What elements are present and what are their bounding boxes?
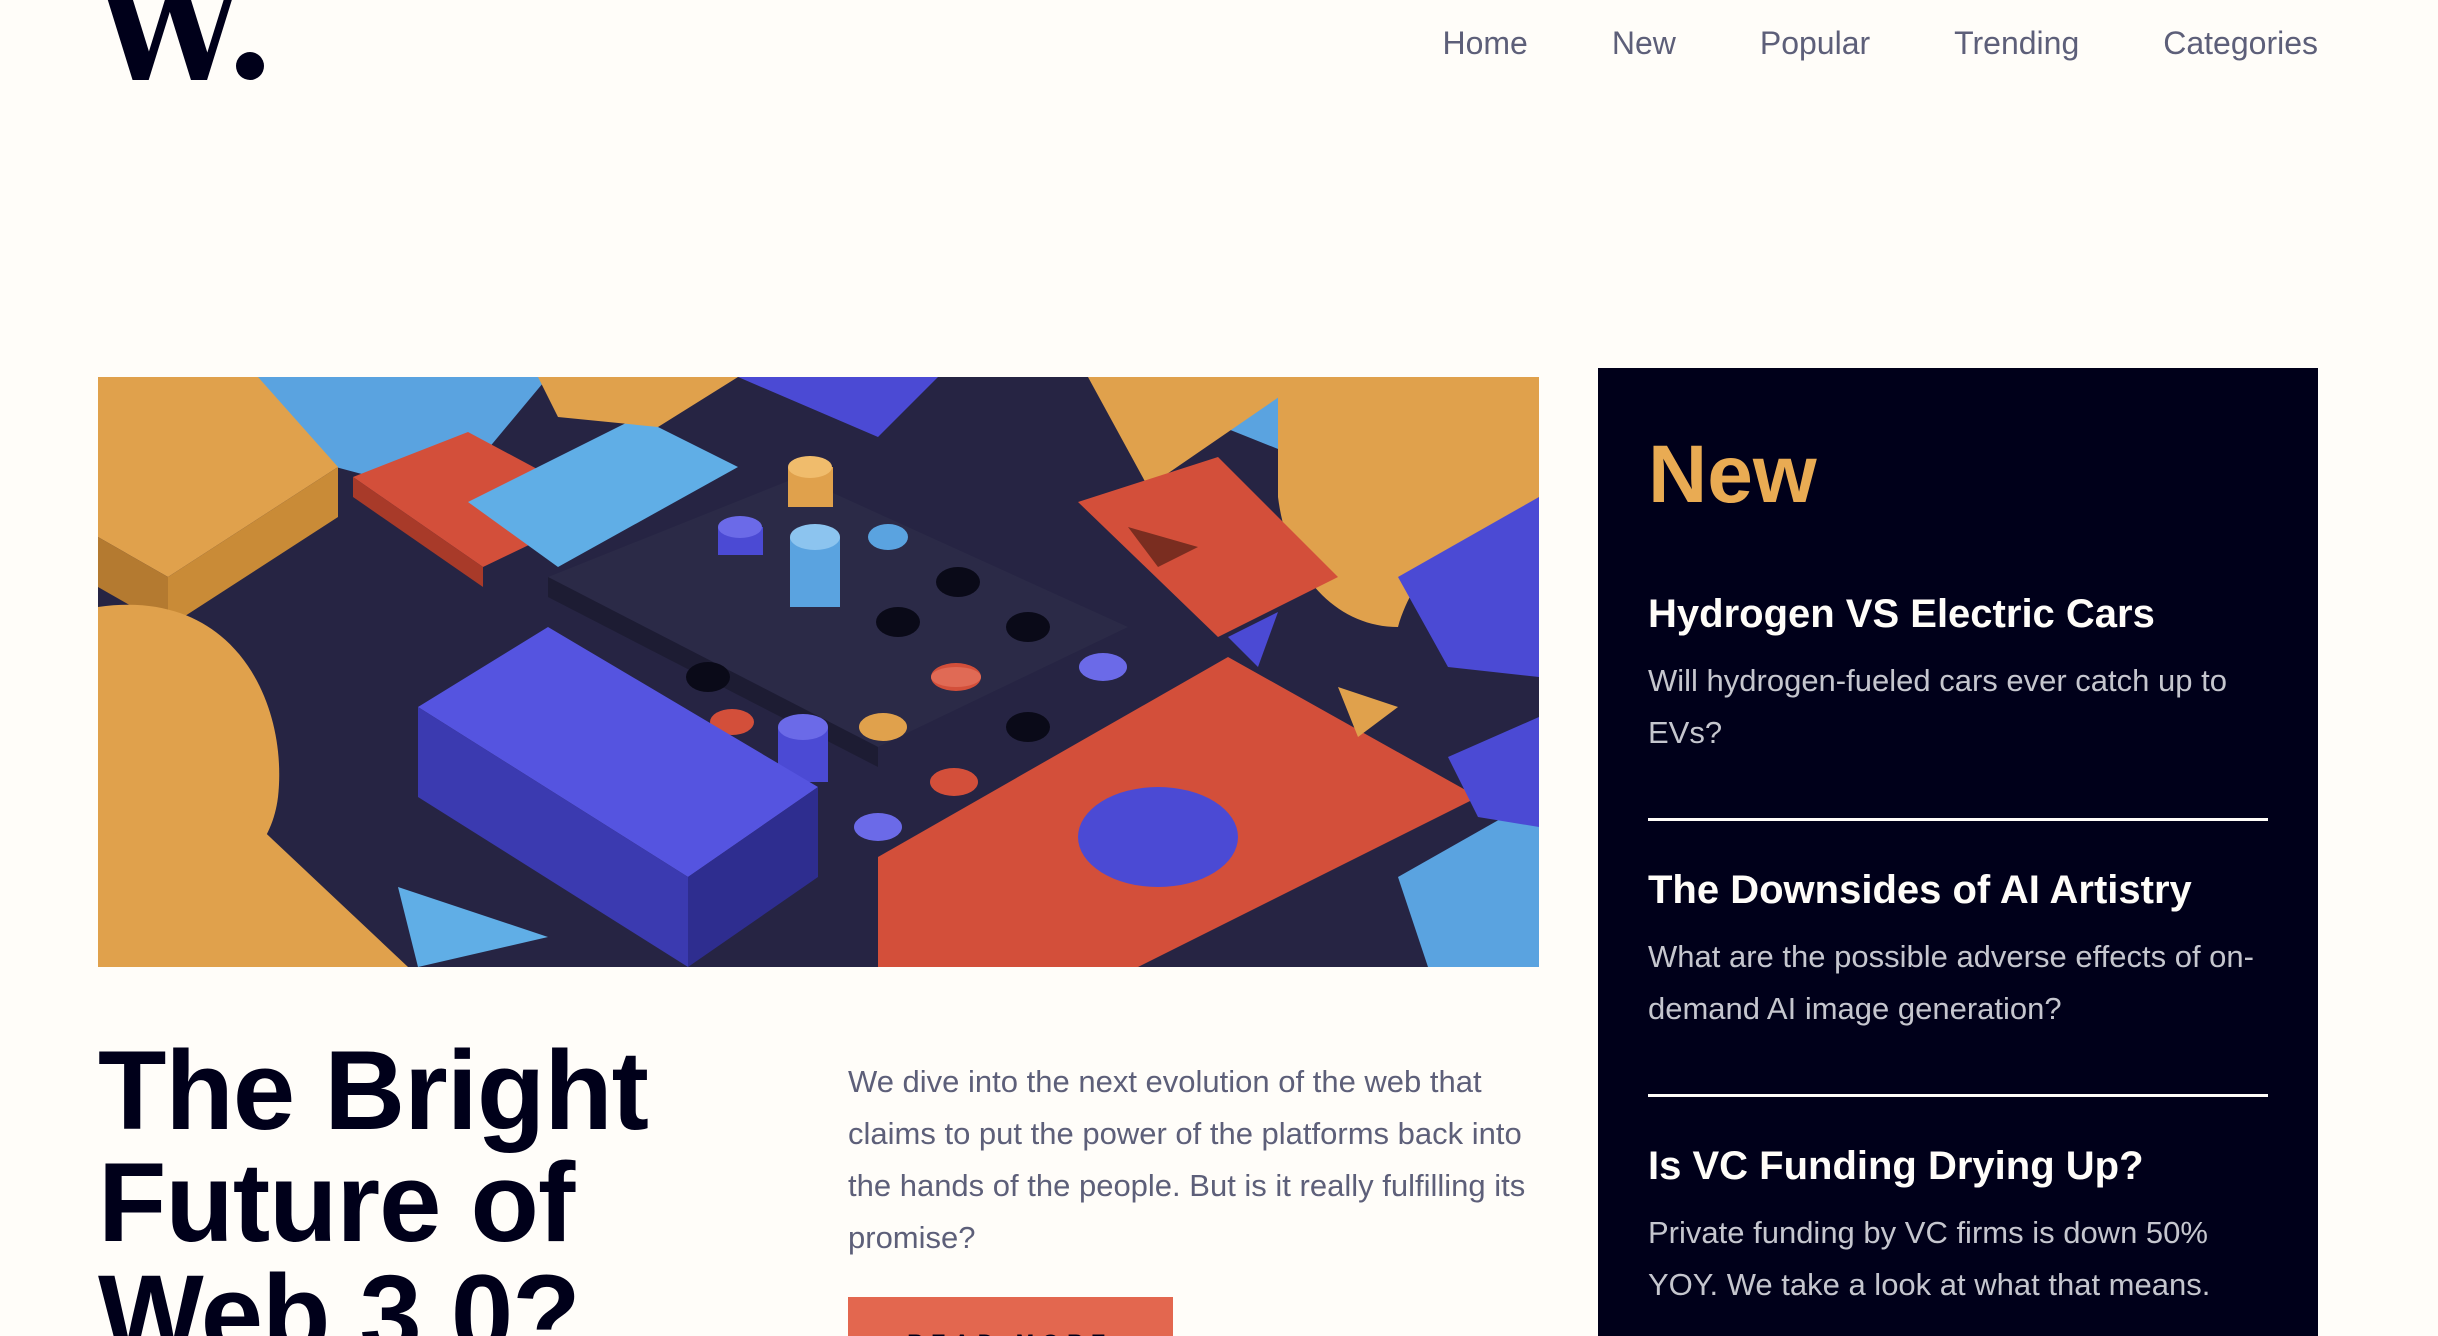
new-panel-heading: New xyxy=(1648,429,1817,520)
read-more-button[interactable]: Read More xyxy=(848,1297,1173,1336)
nav-home[interactable]: Home xyxy=(1442,25,1527,62)
new-panel: New Hydrogen VS Electric Cars Will hydro… xyxy=(1598,368,2318,1336)
main-nav: Home New Popular Trending Categories xyxy=(1442,25,2318,62)
divider xyxy=(1648,818,2268,821)
news-item: Hydrogen VS Electric Cars Will hydrogen-… xyxy=(1648,592,2268,759)
logo-dot xyxy=(235,52,264,80)
hero-illustration xyxy=(98,377,1539,967)
news-item-title[interactable]: The Downsides of AI Artistry xyxy=(1648,868,2268,913)
site-logo[interactable]: W xyxy=(98,0,264,100)
news-item-title[interactable]: Is VC Funding Drying Up? xyxy=(1648,1144,2268,1189)
nav-new[interactable]: New xyxy=(1612,25,1676,62)
news-item: The Downsides of AI Artistry What are th… xyxy=(1648,868,2268,1035)
nav-trending[interactable]: Trending xyxy=(1954,25,2079,62)
divider xyxy=(1648,1094,2268,1097)
hero-description: We dive into the next evolution of the w… xyxy=(848,1064,1526,1255)
hero-title: The Bright Future of Web 3.0? xyxy=(98,1028,649,1336)
hero-image xyxy=(98,377,1539,967)
page: W Home New Popular Trending Categories T… xyxy=(0,0,2438,1336)
news-item: Is VC Funding Drying Up? Private funding… xyxy=(1648,1144,2268,1311)
news-item-text: Private funding by VC firms is down 50% … xyxy=(1648,1215,2211,1302)
nav-categories[interactable]: Categories xyxy=(2163,25,2318,62)
nav-popular[interactable]: Popular xyxy=(1760,25,1870,62)
news-item-title[interactable]: Hydrogen VS Electric Cars xyxy=(1648,592,2268,637)
news-item-text: What are the possible adverse effects of… xyxy=(1648,939,2254,1026)
news-item-text: Will hydrogen-fueled cars ever catch up … xyxy=(1648,663,2227,750)
logo-letter: W xyxy=(98,0,242,111)
